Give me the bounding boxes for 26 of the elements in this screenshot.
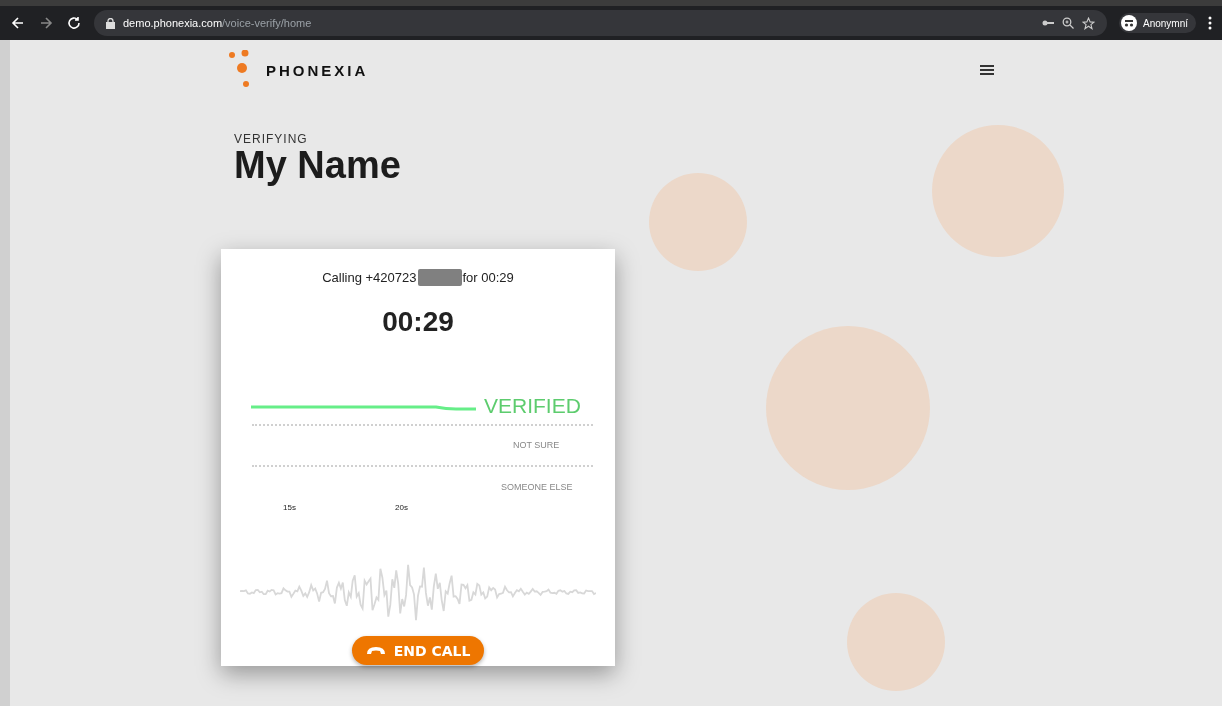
level-label: NOT SURE [513,440,560,450]
address-bar[interactable]: demo.phonexia.com/voice-verify/home [94,10,1107,36]
zoom-icon[interactable] [1061,17,1074,29]
back-icon[interactable] [10,15,26,31]
forward-icon[interactable] [38,15,54,31]
logo-text: PHONEXIA [266,61,369,79]
verifying-label: VERIFYING [234,132,309,146]
menu-button[interactable] [978,63,996,77]
lock-icon [106,17,115,29]
result-label: VERIFIED [484,394,581,418]
speaker-name: My Name [234,146,402,184]
calling-duration-text: for 00:29 [462,270,514,285]
url-text: demo.phonexia.com/voice-verify/home [123,17,312,29]
star-icon[interactable] [1081,16,1095,30]
time-tick: 15s [283,503,296,512]
time-tick: 20s [395,503,408,512]
level-label: SOMEONE ELSE [501,482,573,492]
profile-button[interactable]: Anonymní [1118,13,1196,33]
call-timer: 00:29 [382,306,454,338]
calling-text: Calling +420723 [322,270,417,285]
key-icon[interactable] [1041,19,1054,27]
incognito-icon [1120,15,1137,31]
redaction-block [417,269,462,286]
more-icon[interactable] [1208,16,1212,30]
reload-icon[interactable] [66,15,82,31]
hang-up-icon [365,645,386,656]
